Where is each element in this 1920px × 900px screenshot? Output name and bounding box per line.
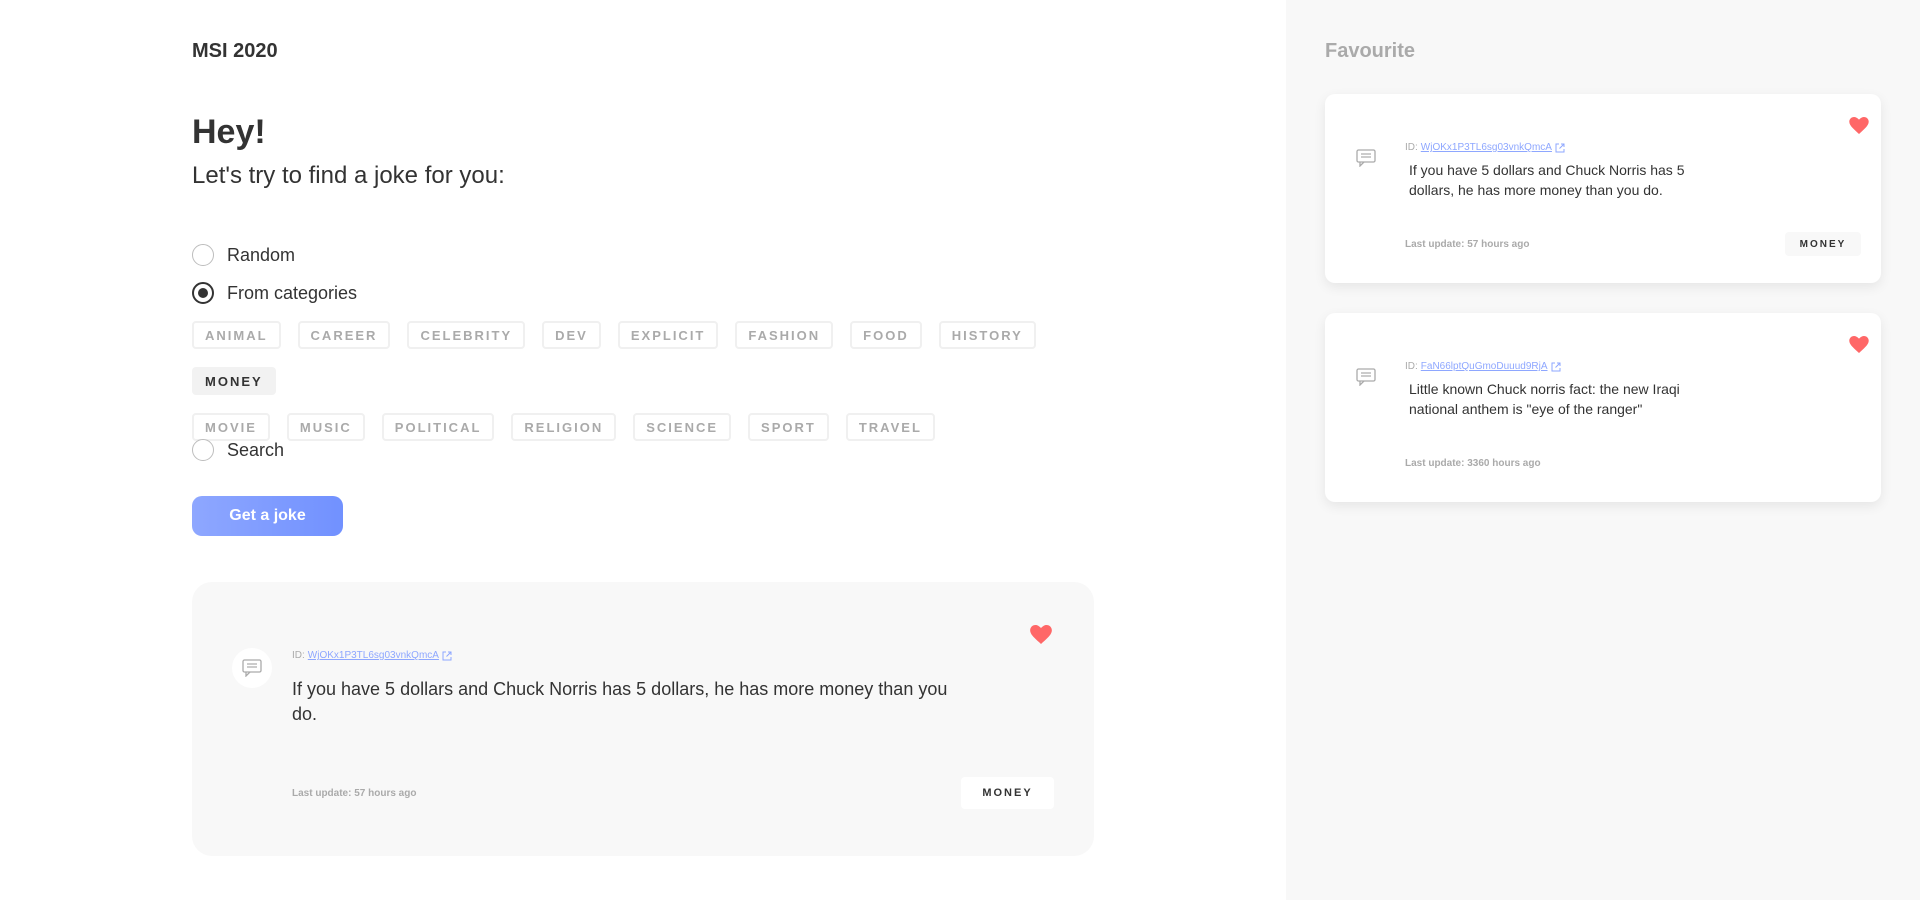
radio-random[interactable]: Random [192,244,295,266]
category-science[interactable]: SCIENCE [633,413,732,441]
category-tag: MONEY [1785,232,1861,256]
favourites-title: Favourite [1325,40,1416,62]
joke-id-line: ID: WjOKx1P3TL6sg03vnkQmcA [1405,142,1565,153]
chat-bubble-icon [1346,357,1386,397]
joke-text: Little known Chuck norris fact: the new … [1409,381,1680,417]
heart-icon[interactable] [1849,117,1869,139]
category-sport[interactable]: SPORT [748,413,829,441]
id-label: ID: [1405,361,1418,372]
joke-id-link[interactable]: WjOKx1P3TL6sg03vnkQmcA [308,650,439,661]
last-update: Last update: 57 hours ago [292,788,417,799]
external-link-icon[interactable] [1555,143,1565,153]
joke-id-link[interactable]: FaN66lptQuGmoDuuud9RjA [1421,361,1548,372]
category-music[interactable]: MUSIC [286,413,365,441]
category-career[interactable]: CAREER [297,321,391,349]
category-money[interactable]: MONEY [192,367,276,395]
id-label: ID: [1405,142,1418,153]
category-history[interactable]: HISTORY [938,321,1036,349]
external-link-icon[interactable] [442,651,452,661]
radio-search[interactable]: Search [192,439,284,461]
greeting-heading: Hey! [192,113,266,151]
radio-button[interactable] [192,439,214,461]
joke-id-line: ID: WjOKx1P3TL6sg03vnkQmcA [292,650,452,661]
category-fashion[interactable]: FASHION [735,321,834,349]
category-animal[interactable]: ANIMAL [192,321,281,349]
id-label: ID: [292,650,305,661]
category-dev[interactable]: DEV [542,321,601,349]
brand-title: MSI 2020 [192,40,278,62]
heart-icon[interactable] [1030,625,1052,649]
last-update: Last update: 3360 hours ago [1405,458,1541,469]
get-joke-button[interactable]: Get a joke [192,496,343,536]
joke-id-line: ID: FaN66lptQuGmoDuuud9RjA [1405,361,1561,372]
radio-button[interactable] [192,282,214,304]
category-movie[interactable]: MOVIE [192,413,270,441]
last-update: Last update: 57 hours ago [1405,239,1530,250]
category-tag: MONEY [961,777,1054,809]
category-list: ANIMAL CAREER CELEBRITY DEV EXPLICIT FAS… [192,321,1092,459]
joke-card: ID: WjOKx1P3TL6sg03vnkQmcA If you have 5… [192,582,1094,856]
joke-id-link[interactable]: WjOKx1P3TL6sg03vnkQmcA [1421,142,1552,153]
radio-label: Random [227,244,296,265]
radio-label: From categories [227,282,358,303]
main-panel: MSI 2020 Hey! Let's try to find a joke f… [0,0,1286,900]
chat-bubble-icon [1346,138,1386,178]
category-religion[interactable]: RELIGION [511,413,617,441]
joke-text: If you have 5 dollars and Chuck Norris h… [292,679,948,725]
category-political[interactable]: POLITICAL [381,413,495,441]
favourite-card: ID: FaN66lptQuGmoDuuud9RjA Little known … [1325,313,1881,502]
category-food[interactable]: FOOD [850,321,922,349]
joke-text: If you have 5 dollars and Chuck Norris h… [1409,162,1685,198]
external-link-icon[interactable] [1551,362,1561,372]
page-subtitle: Let's try to find a joke for you: [192,162,505,189]
category-celebrity[interactable]: CELEBRITY [407,321,526,349]
category-travel[interactable]: TRAVEL [845,413,935,441]
category-explicit[interactable]: EXPLICIT [617,321,719,349]
radio-from-categories[interactable]: From categories [192,282,357,304]
heart-icon[interactable] [1849,336,1869,358]
chat-bubble-icon [232,648,272,688]
radio-button[interactable] [192,244,214,266]
favourite-card: ID: WjOKx1P3TL6sg03vnkQmcA If you have 5… [1325,94,1881,283]
radio-label: Search [227,439,285,460]
